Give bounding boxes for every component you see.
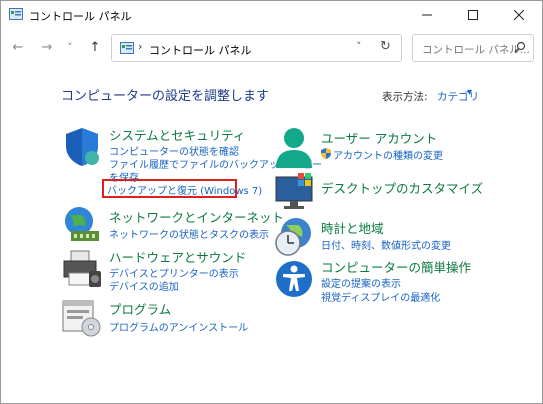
category-user-accounts[interactable]: ユーザー アカウント — [321, 128, 437, 147]
uninstall-program-link[interactable]: プログラムのアンインストール — [109, 319, 248, 334]
control-panel-icon — [120, 42, 134, 54]
control-panel-icon — [9, 8, 23, 20]
category-programs[interactable]: プログラム — [109, 299, 171, 318]
view-by-label: 表示方法: — [382, 91, 428, 103]
breadcrumb-separator: › — [138, 40, 143, 53]
accessibility-icon — [276, 261, 312, 297]
highlight-box — [102, 179, 237, 198]
close-icon — [514, 10, 524, 20]
network-globe-icon — [65, 207, 99, 241]
minimize-icon — [422, 14, 432, 16]
change-account-type-link[interactable]: アカウントの種類の変更 — [333, 147, 443, 162]
clock-region-icon — [275, 218, 311, 256]
maximize-button[interactable] — [450, 1, 496, 29]
desktop-personalization-icon — [275, 173, 313, 209]
title-bar: コントロール パネル — [1, 1, 542, 29]
control-panel-window: コントロール パネル ← → ˅ ↑ › コントロール パネル ˅ ↻ コントロ… — [0, 0, 543, 404]
add-device-link[interactable]: デバイスの追加 — [109, 278, 179, 293]
page-title: コンピューターの設定を調整します — [61, 89, 270, 104]
category-network-internet[interactable]: ネットワークとインターネット — [109, 207, 284, 226]
search-icon — [514, 41, 526, 53]
breadcrumb[interactable]: コントロール パネル — [149, 42, 252, 58]
close-button[interactable] — [496, 1, 542, 29]
shield-icon — [66, 128, 99, 166]
minimize-button[interactable] — [404, 1, 450, 29]
optimize-visual-display-link[interactable]: 視覚ディスプレイの最適化 — [321, 289, 440, 304]
forward-button[interactable]: → — [38, 39, 56, 57]
uac-shield-icon — [321, 148, 331, 159]
category-hardware-sound[interactable]: ハードウェアとサウンド — [109, 247, 246, 266]
maximize-icon — [468, 10, 478, 20]
category-ease-of-access[interactable]: コンピューターの簡単操作 — [321, 257, 471, 276]
address-bar[interactable]: › コントロール パネル ˅ ↻ — [111, 34, 402, 62]
address-dropdown-button[interactable]: ˅ — [356, 40, 362, 53]
refresh-button[interactable]: ↻ — [380, 39, 391, 54]
up-button[interactable]: ↑ — [86, 39, 104, 57]
category-clock-region[interactable]: 時計と地域 — [321, 218, 384, 237]
navigation-bar: ← → ˅ ↑ › コントロール パネル ˅ ↻ コントロール パネル... — [1, 31, 542, 65]
user-account-icon — [276, 128, 312, 168]
search-box[interactable]: コントロール パネル... — [412, 34, 534, 62]
suggested-settings-link[interactable]: 設定の提案の表示 — [321, 275, 401, 290]
change-date-time-format-link[interactable]: 日付、時刻、数値形式の変更 — [321, 237, 451, 252]
programs-icon — [62, 300, 101, 337]
recent-locations-button[interactable]: ˅ — [61, 39, 79, 57]
printer-icon — [63, 250, 101, 287]
window-title: コントロール パネル — [29, 10, 132, 23]
network-status-link[interactable]: ネットワークの状態とタスクの表示 — [109, 226, 269, 241]
category-system-security[interactable]: システムとセキュリティ — [109, 125, 245, 144]
view-by-dropdown[interactable]: カテゴリ — [437, 89, 479, 104]
category-desktop-customization[interactable]: デスクトップのカスタマイズ — [321, 178, 483, 197]
chevron-down-icon[interactable]: ▾ — [467, 87, 472, 98]
back-button[interactable]: ← — [9, 39, 27, 57]
